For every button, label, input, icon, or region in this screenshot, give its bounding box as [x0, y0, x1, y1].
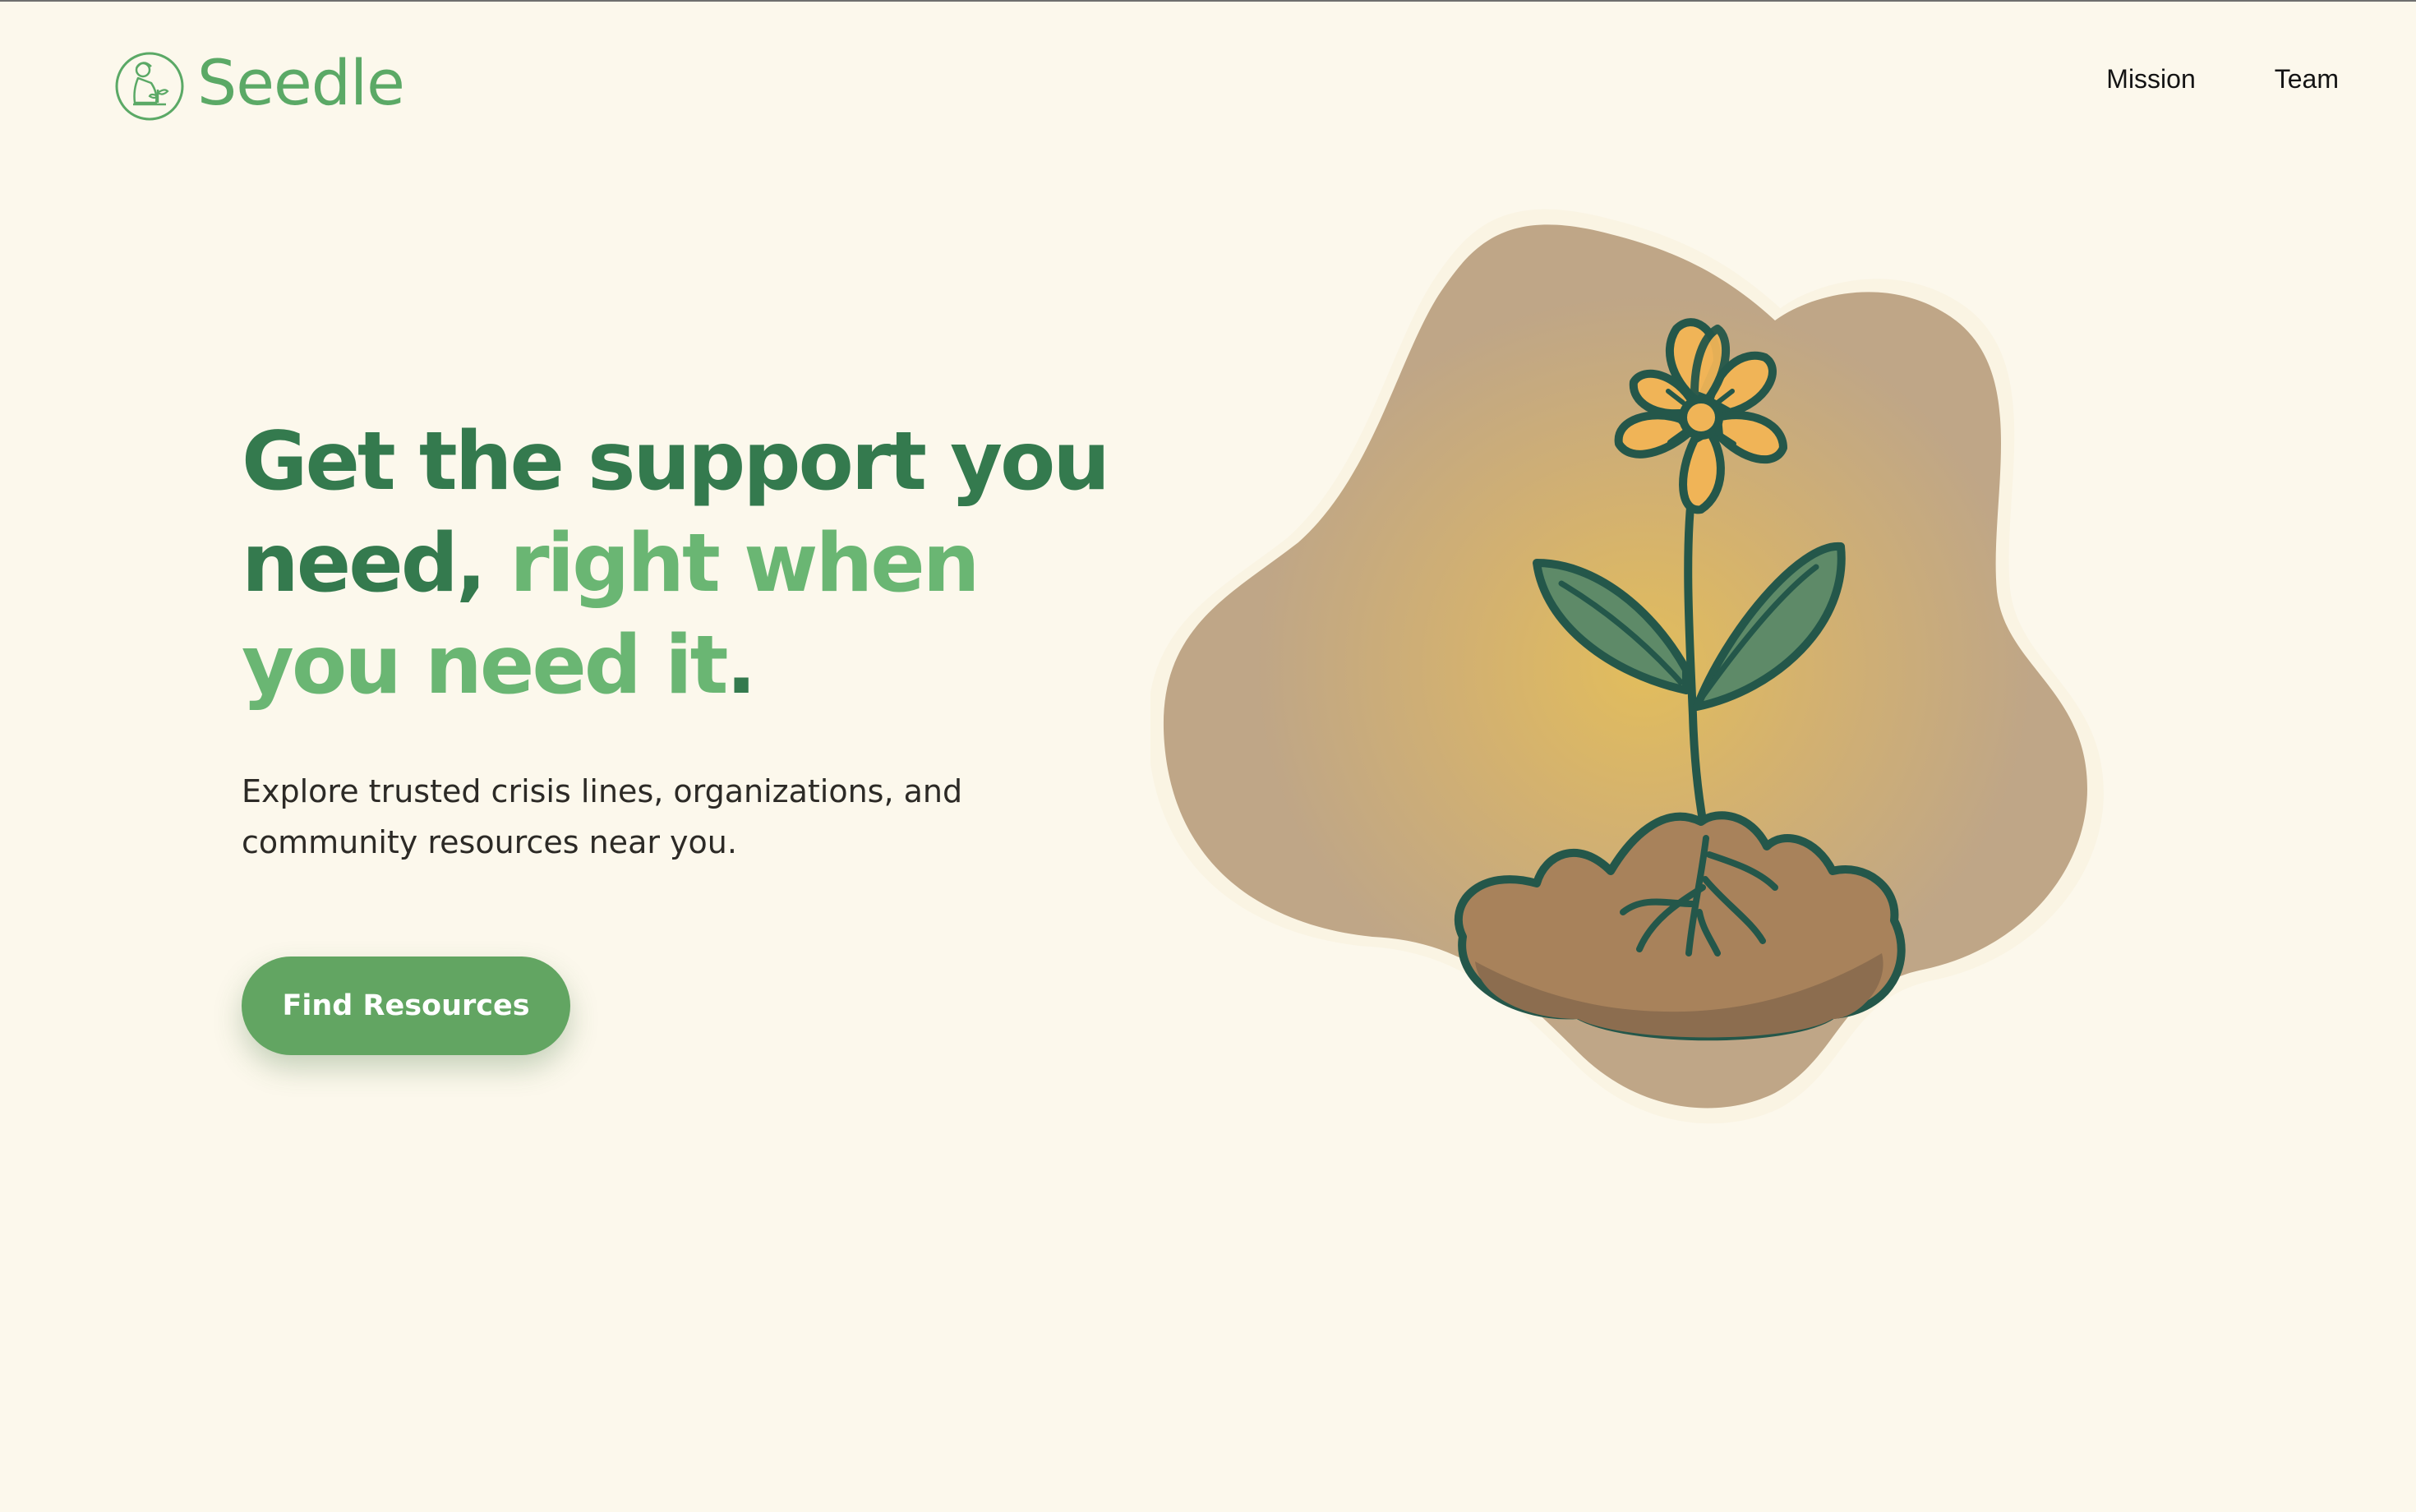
- hero-illustration: [1150, 197, 2219, 1233]
- hero-subtext: Explore trusted crisis lines, organizati…: [242, 773, 963, 860]
- gardener-with-sprout-icon: [115, 52, 184, 121]
- brand-name: Seedle: [197, 46, 405, 119]
- site-header: Seedle Mission Team: [0, 0, 2416, 173]
- nav-item-mission[interactable]: Mission: [2106, 64, 2195, 94]
- flower-sprout-illustration: [1150, 209, 2104, 1124]
- primary-nav: Mission Team: [2106, 64, 2339, 94]
- brand[interactable]: Seedle: [113, 46, 405, 123]
- hero-headline: Get the support you need, right when you…: [242, 411, 1146, 717]
- nav-item-team[interactable]: Team: [2275, 64, 2339, 94]
- flower-center: [1679, 395, 1723, 440]
- hero-section: Get the support you need, right when you…: [242, 411, 1146, 868]
- headline-period: .: [726, 619, 757, 712]
- find-resources-button[interactable]: Find Resources: [242, 957, 570, 1055]
